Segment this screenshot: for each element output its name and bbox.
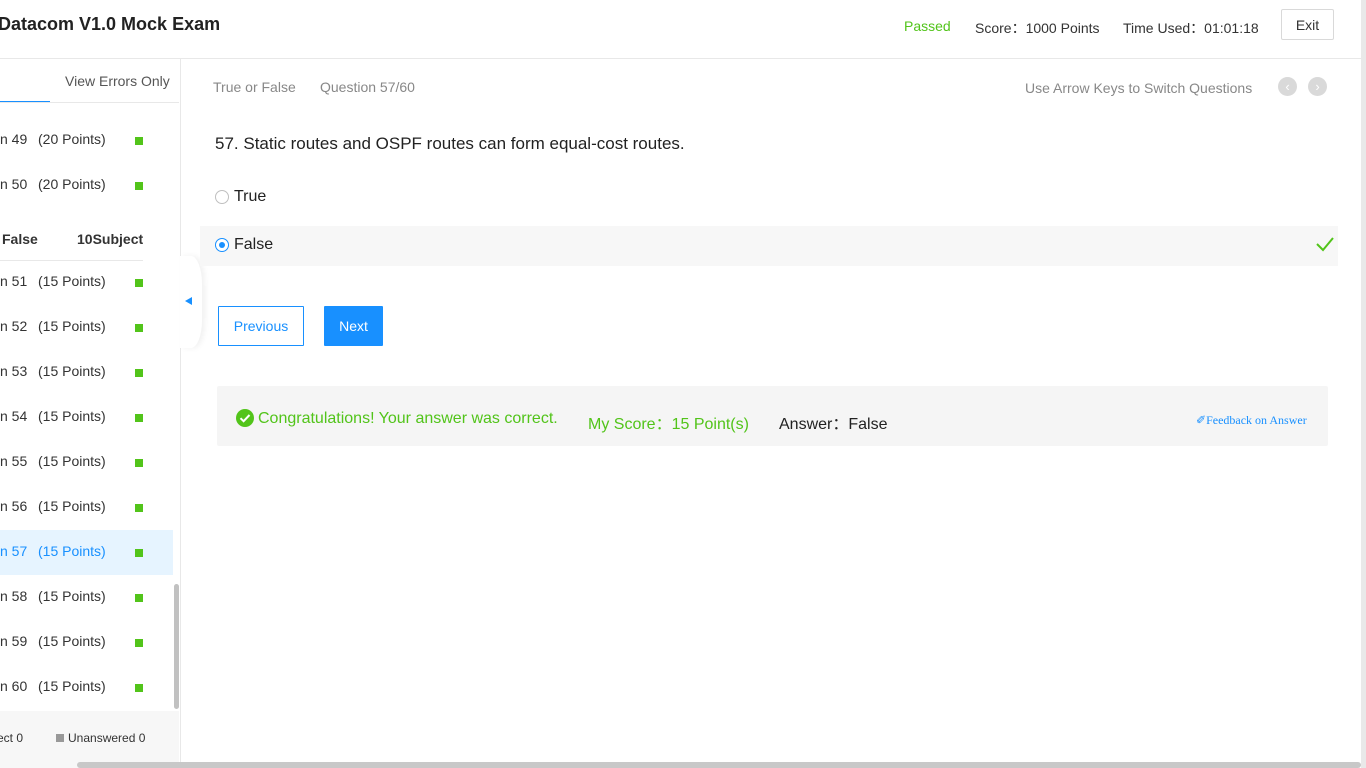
question-number: n 56 — [0, 498, 28, 514]
correct-status-icon — [135, 504, 143, 512]
question-list-item[interactable]: n 53 (15 Points) — [0, 350, 173, 395]
radio-button[interactable] — [215, 190, 229, 204]
question-text: 57. Static routes and OSPF routes can fo… — [215, 134, 685, 153]
question-number: n 52 — [0, 318, 28, 334]
correct-status-icon — [135, 639, 143, 647]
option-label: True — [234, 188, 267, 205]
question-list-item[interactable]: n 59 (15 Points) — [0, 620, 173, 665]
correct-status-icon — [135, 414, 143, 422]
status-legend: ect 0 Unanswered 0 — [0, 711, 179, 768]
correct-check-icon — [1316, 237, 1334, 252]
question-number: n 55 — [0, 453, 28, 469]
tab-view-errors-only[interactable]: View Errors Only — [65, 73, 170, 89]
legend-unanswered-label: Unanswered 0 — [68, 731, 146, 745]
feedback-link[interactable]: ✐Feedback on Answer — [1196, 413, 1307, 428]
next-button[interactable]: Next — [324, 306, 383, 346]
correct-status-icon — [135, 459, 143, 467]
result-message: Congratulations! Your answer was correct… — [258, 410, 558, 427]
question-list-item[interactable]: n 54 (15 Points) — [0, 395, 173, 440]
correct-status-icon — [135, 137, 143, 145]
feedback-label: Feedback on Answer — [1206, 413, 1307, 427]
question-points: (15 Points) — [38, 633, 106, 649]
header-bar: Datacom V1.0 Mock Exam Passed Score：1000… — [0, 0, 1366, 59]
question-points: (15 Points) — [38, 453, 106, 469]
section-count: 10Subject — [77, 231, 144, 247]
tab-divider — [0, 102, 179, 103]
question-number: n 59 — [0, 633, 28, 649]
question-number: n 60 — [0, 678, 28, 694]
exit-button[interactable]: Exit — [1281, 9, 1334, 40]
question-points: (15 Points) — [38, 363, 106, 379]
question-list-item[interactable]: n 58 (15 Points) — [0, 575, 173, 620]
question-points: (15 Points) — [38, 273, 106, 289]
question-number: n 53 — [0, 363, 28, 379]
question-list-item[interactable]: n 56 (15 Points) — [0, 485, 173, 530]
total-score: Score：1000 Points — [975, 20, 1100, 36]
question-list-item[interactable]: n 50 (20 Points) — [0, 163, 173, 208]
radio-button-selected[interactable] — [215, 238, 229, 252]
question-list-item[interactable]: n 52 (15 Points) — [0, 305, 173, 350]
correct-status-icon — [135, 684, 143, 692]
section-header: False 10Subject — [0, 227, 143, 261]
question-points: (15 Points) — [38, 678, 106, 694]
question-number: n 51 — [0, 273, 28, 289]
edit-pen-icon: ✐ — [1196, 413, 1207, 427]
my-score: My Score：15 Point(s) — [588, 416, 749, 433]
question-number: n 50 — [0, 176, 28, 192]
option-true[interactable]: True — [200, 178, 1338, 218]
time-used: Time Used：01:01:18 — [1123, 20, 1259, 36]
question-list-item[interactable]: n 55 (15 Points) — [0, 440, 173, 485]
question-type: True or False — [213, 79, 296, 95]
question-list-item-current[interactable]: n 57 (15 Points) — [0, 530, 173, 575]
arrow-keys-hint: Use Arrow Keys to Switch Questions — [1025, 80, 1253, 96]
option-label: False — [234, 236, 274, 253]
question-number: n 57 — [0, 543, 28, 559]
success-check-circle-icon — [236, 409, 254, 427]
correct-status-icon — [135, 369, 143, 377]
question-list-item[interactable]: n 51 (15 Points) — [0, 260, 173, 305]
collapse-arrow-icon — [185, 297, 192, 305]
correct-status-icon — [135, 549, 143, 557]
question-points: (15 Points) — [38, 318, 106, 334]
correct-status-icon — [135, 182, 143, 190]
window-scrollbar-track — [1361, 0, 1366, 768]
question-points: (15 Points) — [38, 408, 106, 424]
sidebar-scrollbar[interactable] — [174, 584, 179, 709]
sidebar-collapse-toggle[interactable] — [180, 256, 202, 348]
question-counter: Question 57/60 — [320, 79, 415, 95]
question-number: n 49 — [0, 131, 28, 147]
correct-status-icon — [135, 324, 143, 332]
question-sidebar: View Errors Only n 49 (20 Points) n 50 (… — [0, 59, 181, 768]
legend-correct: ect 0 — [0, 731, 24, 745]
correct-answer: Answer：False — [779, 416, 888, 433]
prev-question-icon[interactable]: ‹ — [1278, 77, 1297, 96]
question-points: (20 Points) — [38, 131, 106, 147]
question-points: (15 Points) — [38, 588, 106, 604]
question-number: n 54 — [0, 408, 28, 424]
question-points: (15 Points) — [38, 543, 106, 559]
correct-status-icon — [135, 594, 143, 602]
question-list-item[interactable]: n 49 (20 Points) — [0, 118, 173, 163]
pass-status: Passed — [904, 18, 951, 34]
legend-unanswered: Unanswered 0 — [56, 731, 145, 745]
next-question-icon[interactable]: › — [1308, 77, 1327, 96]
question-list-item[interactable]: n 60 (15 Points) — [0, 665, 173, 710]
correct-status-icon — [135, 279, 143, 287]
question-number: n 58 — [0, 588, 28, 604]
question-points: (15 Points) — [38, 498, 106, 514]
option-false[interactable]: False — [200, 226, 1338, 266]
horizontal-scrollbar[interactable] — [77, 762, 1361, 768]
previous-button[interactable]: Previous — [218, 306, 304, 346]
exam-title: Datacom V1.0 Mock Exam — [0, 14, 221, 34]
result-panel: Congratulations! Your answer was correct… — [217, 386, 1328, 446]
question-points: (20 Points) — [38, 176, 106, 192]
section-type: False — [2, 231, 38, 247]
unanswered-square-icon — [56, 734, 64, 742]
